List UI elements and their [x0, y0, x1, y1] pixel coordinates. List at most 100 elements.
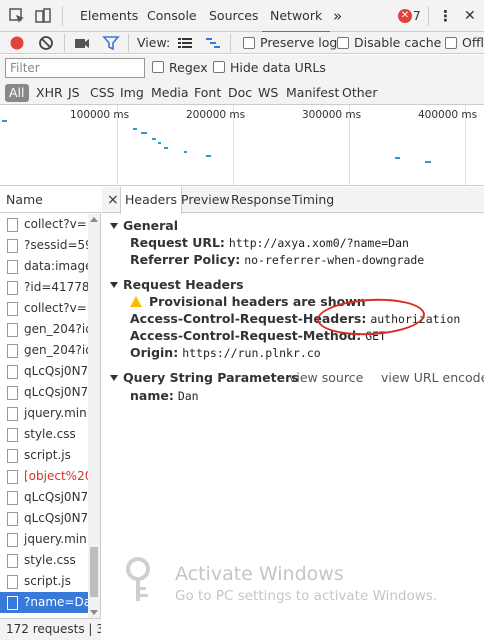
- type-filter-css[interactable]: CSS: [90, 84, 115, 102]
- close-detail-icon[interactable]: ×: [107, 187, 119, 213]
- request-row[interactable]: ?sessid=59: [0, 235, 88, 256]
- expand-triangle-icon: [110, 282, 118, 288]
- type-filter-img[interactable]: Img: [120, 84, 144, 102]
- tab-console[interactable]: Console: [145, 0, 199, 32]
- request-row[interactable]: style.css: [0, 550, 88, 571]
- menu-icon[interactable]: ⋮: [436, 0, 455, 32]
- type-filter-media[interactable]: Media: [151, 84, 189, 102]
- type-filter-ws[interactable]: WS: [258, 84, 278, 102]
- timeline-overview[interactable]: 100000 ms 200000 ms 300000 ms 400000 ms: [0, 105, 484, 186]
- timeline-tick: 400000 ms: [418, 109, 478, 121]
- offline-label[interactable]: Offl: [462, 32, 484, 54]
- request-row[interactable]: gen_204?id: [0, 319, 88, 340]
- offline-checkbox[interactable]: [445, 37, 457, 49]
- type-filter-manifest[interactable]: Manifest: [286, 84, 339, 102]
- acrh-row: Access-Control-Request-Headers: authoriz…: [130, 311, 460, 326]
- error-count[interactable]: 7: [413, 0, 421, 32]
- view-source-link[interactable]: view source: [289, 370, 363, 385]
- request-list: collect?v=1 ?sessid=59 data:image/ ?id=4177…: [0, 214, 88, 618]
- request-row[interactable]: qLcQsj0N7: [0, 361, 88, 382]
- query-params-title: Query String Parameters: [123, 370, 299, 385]
- filter-input[interactable]: Filter: [5, 58, 145, 78]
- scroll-up-icon[interactable]: [90, 217, 98, 222]
- tab-elements[interactable]: Elements: [78, 0, 140, 32]
- timeline-mark: [141, 132, 147, 134]
- scroll-down-icon[interactable]: [90, 610, 98, 615]
- referrer-policy-label: Referrer Policy:: [130, 252, 241, 267]
- request-count-status: 172 requests | 3...: [0, 618, 101, 640]
- record-icon[interactable]: [8, 34, 26, 52]
- view-url-encoded-link[interactable]: view URL encoded: [381, 370, 484, 385]
- tab-headers[interactable]: Headers: [120, 187, 183, 214]
- request-row[interactable]: jquery.min.j: [0, 529, 88, 550]
- request-name: data:image/: [24, 259, 88, 273]
- preserve-log-label[interactable]: Preserve log: [260, 32, 337, 54]
- request-url-label: Request URL:: [130, 235, 225, 250]
- disable-cache-checkbox[interactable]: [337, 37, 349, 49]
- activate-windows-subtitle: Go to PC settings to activate Windows.: [175, 588, 438, 604]
- request-row[interactable]: [object%20: [0, 466, 88, 487]
- request-row[interactable]: style.css: [0, 424, 88, 445]
- filter-funnel-icon[interactable]: [102, 34, 120, 52]
- name-column-header[interactable]: Name: [0, 187, 101, 213]
- request-row[interactable]: data:image/: [0, 256, 88, 277]
- disable-cache-label[interactable]: Disable cache: [354, 32, 441, 54]
- request-headers-title: Request Headers: [123, 277, 244, 292]
- request-row[interactable]: qLcQsj0N7: [0, 508, 88, 529]
- type-filter-js[interactable]: JS: [68, 84, 80, 102]
- request-row[interactable]: jquery.min.j: [0, 403, 88, 424]
- request-row[interactable]: collect?v=1: [0, 214, 88, 235]
- clear-icon[interactable]: [37, 34, 55, 52]
- type-filter-other[interactable]: Other: [342, 84, 378, 102]
- regex-label[interactable]: Regex: [169, 57, 208, 79]
- request-name: ?sessid=59: [24, 238, 88, 252]
- close-icon[interactable]: ✕: [462, 0, 478, 32]
- general-section-toggle[interactable]: General: [110, 218, 178, 233]
- type-filter-xhr[interactable]: XHR: [36, 84, 63, 102]
- request-name: jquery.min.j: [24, 406, 88, 420]
- request-name: qLcQsj0N7: [24, 511, 88, 525]
- request-name: collect?v=1: [24, 301, 88, 315]
- request-list-scrollbar[interactable]: [88, 214, 100, 618]
- more-tabs-icon[interactable]: »: [331, 0, 344, 32]
- preserve-log-checkbox[interactable]: [243, 37, 255, 49]
- type-filter-doc[interactable]: Doc: [228, 84, 252, 102]
- file-icon: [7, 407, 18, 421]
- request-row[interactable]: script.js: [0, 445, 88, 466]
- request-row[interactable]: collect?v=1: [0, 298, 88, 319]
- request-row[interactable]: qLcQsj0N7: [0, 382, 88, 403]
- hide-data-urls-label[interactable]: Hide data URLs: [230, 57, 326, 79]
- timeline-mark: [133, 128, 137, 130]
- error-icon[interactable]: ✕: [398, 9, 412, 23]
- request-row[interactable]: ?id=41778: [0, 277, 88, 298]
- warning-icon: [130, 296, 142, 307]
- request-row[interactable]: script.js: [0, 571, 88, 592]
- device-toolbar-icon[interactable]: [34, 7, 52, 25]
- detail-tabbar: × Headers Preview Response Timing: [102, 187, 484, 214]
- type-filter-all[interactable]: All: [5, 84, 29, 102]
- type-filter-font[interactable]: Font: [194, 84, 221, 102]
- tab-timing[interactable]: Timing: [288, 187, 338, 213]
- request-row[interactable]: ?name=Dan: [0, 592, 88, 613]
- query-params-section-toggle[interactable]: Query String Parameters: [110, 370, 299, 385]
- tab-response[interactable]: Response: [227, 187, 295, 213]
- inspect-element-icon[interactable]: [8, 7, 26, 25]
- acrm-label: Access-Control-Request-Method:: [130, 328, 362, 343]
- tab-network[interactable]: Network: [261, 0, 331, 33]
- large-rows-icon[interactable]: [176, 34, 194, 52]
- tab-sources[interactable]: Sources: [207, 0, 260, 32]
- scroll-thumb[interactable]: [90, 547, 98, 597]
- timeline-mark: [425, 161, 431, 163]
- request-row[interactable]: qLcQsj0N7: [0, 487, 88, 508]
- waterfall-view-icon[interactable]: [204, 34, 222, 52]
- request-row[interactable]: gen_204?id: [0, 340, 88, 361]
- timeline-mark: [206, 155, 211, 157]
- general-section-title: General: [123, 218, 178, 233]
- request-headers-section-toggle[interactable]: Request Headers: [110, 277, 244, 292]
- hide-data-urls-checkbox[interactable]: [213, 61, 225, 73]
- tab-preview[interactable]: Preview: [177, 187, 234, 213]
- timeline-mark: [164, 147, 168, 149]
- file-icon: [7, 365, 18, 379]
- regex-checkbox[interactable]: [152, 61, 164, 73]
- screenshot-camera-icon[interactable]: [73, 34, 91, 52]
